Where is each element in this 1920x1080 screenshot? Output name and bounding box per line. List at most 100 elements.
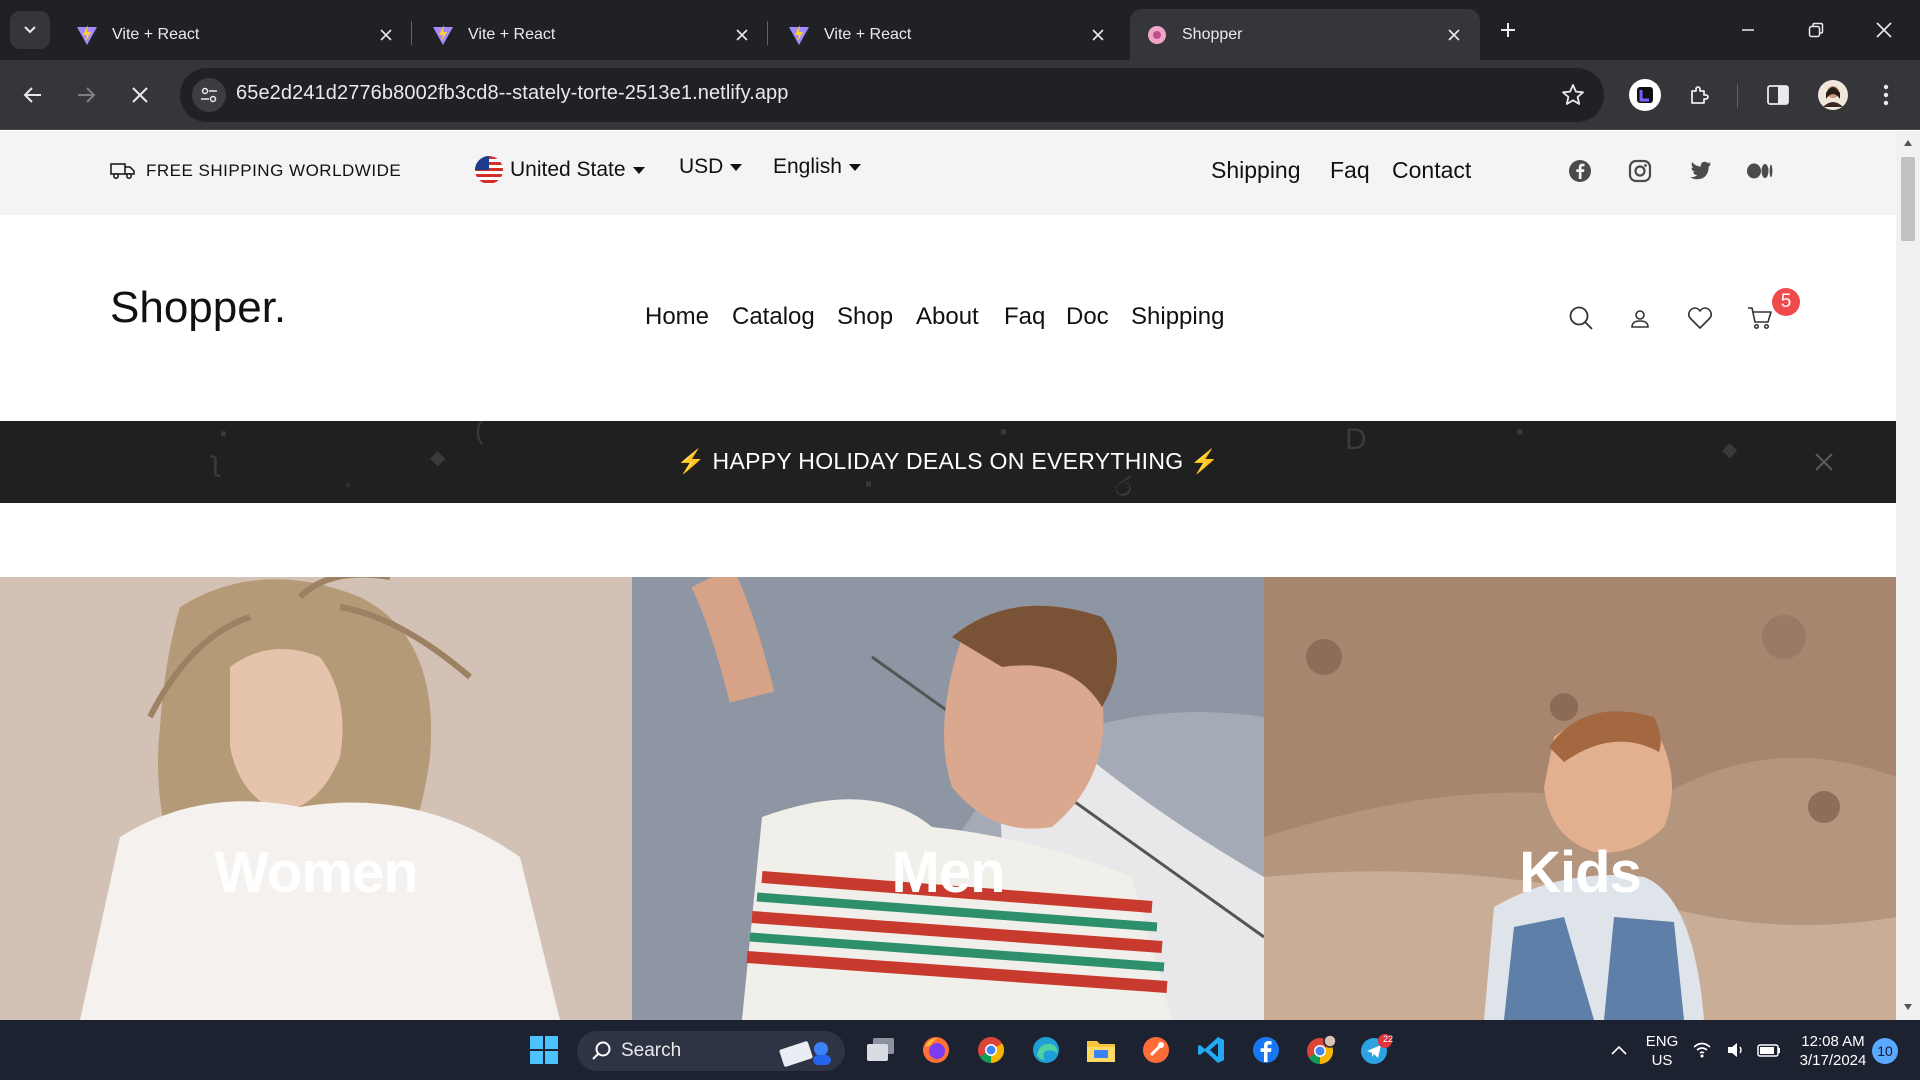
free-shipping-text: FREE SHIPPING WORLDWIDE [146, 161, 402, 180]
tab-separator [411, 21, 412, 45]
vite-icon [432, 24, 454, 46]
chrome-app[interactable] [972, 1031, 1010, 1069]
nav-doc[interactable]: Doc [1066, 303, 1109, 331]
taskbar-search-box[interactable]: Search [577, 1031, 845, 1071]
close-icon[interactable] [732, 25, 752, 45]
vite-icon [788, 24, 810, 46]
postman-icon [1143, 1037, 1169, 1063]
confetti-decoration: ( [475, 421, 484, 445]
instagram-icon[interactable] [1626, 157, 1654, 185]
extensions-button[interactable] [1682, 77, 1718, 113]
clock-time: 12:08 AM [1801, 1033, 1865, 1050]
close-icon [1876, 22, 1892, 38]
network-sound-battery-icons [1693, 1042, 1780, 1058]
browser-tab-active[interactable]: Shopper [1130, 9, 1480, 60]
close-icon[interactable] [376, 25, 396, 45]
confetti-decoration: ▪ [1000, 421, 1008, 443]
close-icon [132, 87, 148, 103]
page-scrollbar[interactable] [1896, 131, 1920, 1020]
nav-faq[interactable]: Faq [1004, 303, 1045, 331]
close-promo-button[interactable] [1812, 450, 1836, 474]
nav-about[interactable]: About [916, 303, 979, 331]
postman-app[interactable] [1137, 1031, 1175, 1069]
faq-link[interactable]: Faq [1330, 157, 1370, 184]
browser-menu-button[interactable] [1868, 77, 1904, 113]
nav-shop[interactable]: Shop [837, 303, 893, 331]
category-tile-men[interactable]: Men [632, 577, 1264, 1020]
country-dropdown[interactable]: United State [474, 155, 645, 185]
stop-loading-button[interactable] [122, 77, 158, 113]
medium-icon[interactable] [1746, 157, 1774, 185]
caret-down-icon [730, 163, 743, 171]
scrollbar-thumb[interactable] [1901, 157, 1915, 241]
extension-icon [1629, 79, 1661, 111]
search-icon[interactable] [1564, 301, 1598, 335]
category-tile-kids[interactable]: Kids [1264, 577, 1896, 1020]
minimize-button[interactable] [1726, 12, 1770, 48]
heart-icon[interactable] [1683, 301, 1717, 335]
language-dropdown[interactable]: English [773, 155, 861, 179]
telegram-app[interactable]: 22 [1357, 1031, 1395, 1069]
confetti-decoration: * [345, 479, 351, 495]
chevron-down-icon [24, 26, 36, 34]
scroll-up-arrow[interactable] [1902, 137, 1914, 149]
firefox-app[interactable] [917, 1031, 955, 1069]
confetti-decoration: ▪ [865, 473, 873, 495]
address-bar[interactable]: 65e2d241d2776b8002fb3cd8--stately-torte-… [180, 68, 1604, 122]
triangle-down-icon [1904, 1004, 1912, 1010]
close-icon[interactable] [1088, 25, 1108, 45]
nav-catalog[interactable]: Catalog [732, 303, 815, 331]
back-button[interactable] [15, 77, 51, 113]
restore-button[interactable] [1794, 12, 1838, 48]
side-panel-button[interactable] [1760, 77, 1796, 113]
nav-shipping[interactable]: Shipping [1131, 303, 1224, 331]
us-flag-icon [475, 156, 503, 184]
forward-button[interactable] [68, 77, 104, 113]
browser-tabstrip: Vite + React Vite + React Vite + React S… [0, 0, 1920, 60]
quick-settings-button[interactable] [1690, 1031, 1786, 1069]
tab-title: Vite + React [468, 25, 556, 43]
telegram-badge: 22 [1382, 1034, 1393, 1044]
scroll-down-arrow[interactable] [1902, 1001, 1914, 1013]
profile-button[interactable] [1815, 77, 1851, 113]
notification-count-badge[interactable]: 10 [1872, 1038, 1898, 1064]
task-view-button[interactable] [862, 1031, 900, 1069]
promo-text: ⚡ HAPPY HOLIDAY DEALS ON EVERYTHING ⚡ [676, 448, 1220, 474]
more-vert-icon [1883, 84, 1889, 106]
bookmark-star-button[interactable] [1556, 78, 1590, 112]
facebook-icon[interactable] [1566, 157, 1594, 185]
avatar [1818, 80, 1848, 110]
clock[interactable]: 12:08 AM 3/17/2024 [1795, 1032, 1871, 1070]
browser-tab-1[interactable]: Vite + React [60, 9, 412, 60]
vscode-icon [1198, 1037, 1224, 1063]
currency-dropdown[interactable]: USD [679, 155, 743, 179]
twitter-icon[interactable] [1686, 157, 1714, 185]
close-icon[interactable] [1444, 25, 1464, 45]
input-language-indicator[interactable]: ENG US [1643, 1032, 1681, 1070]
site-logo[interactable]: Shopper. [110, 283, 286, 333]
shipping-link[interactable]: Shipping [1211, 157, 1301, 184]
user-icon[interactable] [1623, 301, 1657, 335]
promo-banner: ▪ ʅ ◆ * ( ▪ ▪ ර D ▪ ◆ ⚡ HAPPY HOLIDAY DE… [0, 421, 1896, 503]
file-explorer-app[interactable] [1082, 1031, 1120, 1069]
browser-tab-2[interactable]: Vite + React [416, 9, 768, 60]
extension-readme-button[interactable] [1627, 77, 1663, 113]
category-label: Women [214, 840, 418, 905]
show-hidden-icons-button[interactable] [1600, 1031, 1638, 1069]
windows-start-button[interactable] [525, 1031, 563, 1069]
vscode-app[interactable] [1192, 1031, 1230, 1069]
chrome-profile-app[interactable] [1302, 1031, 1340, 1069]
tab-search-button[interactable] [10, 11, 50, 49]
new-tab-button[interactable] [1494, 16, 1522, 44]
chrome-icon [978, 1037, 1005, 1064]
category-tile-women[interactable]: Women [0, 577, 632, 1020]
site-info-button[interactable] [192, 78, 226, 112]
nav-home[interactable]: Home [645, 303, 709, 331]
contact-link[interactable]: Contact [1392, 157, 1471, 184]
browser-tab-3[interactable]: Vite + React [772, 9, 1124, 60]
edge-app[interactable] [1027, 1031, 1065, 1069]
facebook-app[interactable] [1247, 1031, 1285, 1069]
chevron-up-icon [1611, 1045, 1627, 1055]
close-window-button[interactable] [1862, 12, 1906, 48]
caret-down-icon [632, 166, 645, 174]
